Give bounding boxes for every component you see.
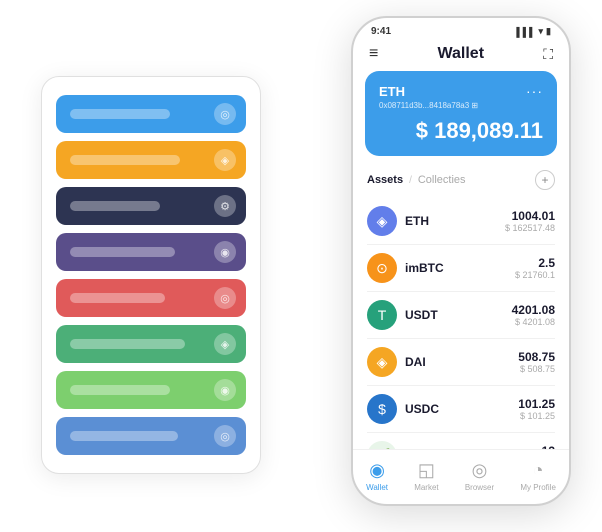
asset-values: 2.5 $ 21760.1 [515,256,555,280]
tab-assets[interactable]: Assets [367,174,403,186]
asset-amount: 101.25 [518,397,555,411]
nav-item-profile[interactable]: ◔ My Profile [520,460,556,492]
status-time: 9:41 [371,26,391,37]
asset-usd: $ 508.75 [518,364,555,374]
tab-collecties[interactable]: Collecties [418,174,466,186]
browser-nav-icon: ◎ [472,460,488,481]
balance-symbol: $ [416,118,428,143]
asset-icon-eth: ◈ [367,206,397,236]
signal-icon: ▌▌▌ [516,27,535,37]
asset-values: 1004.01 $ 162517.48 [505,209,555,233]
asset-row[interactable]: ◈ ETH 1004.01 $ 162517.48 [367,198,555,245]
asset-amount: 4201.08 [512,303,555,317]
asset-row[interactable]: ◈ DAI 508.75 $ 508.75 [367,339,555,386]
asset-amount: 508.75 [518,350,555,364]
asset-name: DAI [405,355,518,369]
market-nav-label: Market [414,483,438,492]
battery-icon: ▮ [546,26,551,37]
assets-header: Assets / Collecties + [353,166,569,198]
asset-values: 101.25 $ 101.25 [518,397,555,421]
asset-row[interactable]: T USDT 4201.08 $ 4201.08 [367,292,555,339]
card-item[interactable]: ◎ [56,279,246,317]
wallet-nav-icon: ◉ [369,460,385,481]
eth-card[interactable]: ETH ··· 0x08711d3b...8418a78a3 ⊞ $ 189,0… [365,71,557,156]
status-bar: 9:41 ▌▌▌ ▾ ▮ [353,18,569,41]
asset-row[interactable]: 🌿 TFT 13 0 [367,433,555,449]
asset-name: USDT [405,308,512,322]
market-nav-icon: ◱ [418,460,435,481]
status-icons: ▌▌▌ ▾ ▮ [516,26,551,37]
nav-item-market[interactable]: ◱ Market [414,460,438,492]
card-item[interactable]: ◎ [56,95,246,133]
card-item[interactable]: ◈ [56,325,246,363]
asset-values: 508.75 $ 508.75 [518,350,555,374]
card-stack: ◎ ◈ ⚙ ◉ ◎ ◈ ◉ ◎ [41,76,261,474]
asset-amount: 2.5 [515,256,555,270]
asset-icon-dai: ◈ [367,347,397,377]
add-asset-button[interactable]: + [535,170,555,190]
asset-name: ETH [405,214,505,228]
asset-row[interactable]: ⊙ imBTC 2.5 $ 21760.1 [367,245,555,292]
card-item[interactable]: ◉ [56,233,246,271]
asset-name: USDC [405,402,518,416]
profile-nav-icon: ◔ [533,460,544,481]
asset-icon-imbtc: ⊙ [367,253,397,283]
balance-amount: 189,089.11 [434,118,543,143]
asset-name: imBTC [405,261,515,275]
card-item[interactable]: ◈ [56,141,246,179]
eth-card-menu[interactable]: ··· [526,83,543,99]
bottom-nav: ◉ Wallet ◱ Market ◎ Browser ◔ My Profile [353,449,569,504]
wallet-nav-label: Wallet [366,483,388,492]
asset-usd: $ 4201.08 [512,317,555,327]
menu-icon[interactable]: ≡ [369,45,378,63]
nav-item-browser[interactable]: ◎ Browser [465,460,494,492]
asset-usd: $ 162517.48 [505,223,555,233]
nav-item-wallet[interactable]: ◉ Wallet [366,460,388,492]
expand-icon[interactable]: ⛶ [543,46,553,63]
asset-icon-usdt: T [367,300,397,330]
wifi-icon: ▾ [539,26,544,37]
browser-nav-label: Browser [465,483,494,492]
phone-header: ≡ Wallet ⛶ [353,41,569,71]
asset-list: ◈ ETH 1004.01 $ 162517.48 ⊙ imBTC 2.5 $ … [353,198,569,449]
asset-row[interactable]: $ USDC 101.25 $ 101.25 [367,386,555,433]
card-item[interactable]: ◎ [56,417,246,455]
asset-icon-usdc: $ [367,394,397,424]
eth-card-address: 0x08711d3b...8418a78a3 ⊞ [379,101,543,110]
asset-icon-tft: 🌿 [367,441,397,449]
header-title: Wallet [438,45,485,63]
card-item[interactable]: ⚙ [56,187,246,225]
card-item[interactable]: ◉ [56,371,246,409]
asset-usd: $ 21760.1 [515,270,555,280]
eth-card-header: ETH ··· [379,83,543,99]
scene: ◎ ◈ ⚙ ◉ ◎ ◈ ◉ ◎ 9:41 ▌▌▌ [21,16,581,516]
asset-usd: $ 101.25 [518,411,555,421]
assets-tabs: Assets / Collecties [367,174,466,186]
phone-mockup: 9:41 ▌▌▌ ▾ ▮ ≡ Wallet ⛶ ETH ··· 0x08711d… [351,16,571,506]
eth-card-balance: $ 189,089.11 [379,118,543,144]
profile-nav-label: My Profile [520,483,556,492]
asset-values: 4201.08 $ 4201.08 [512,303,555,327]
tab-divider: / [409,175,412,186]
asset-amount: 1004.01 [505,209,555,223]
eth-card-title: ETH [379,84,405,99]
